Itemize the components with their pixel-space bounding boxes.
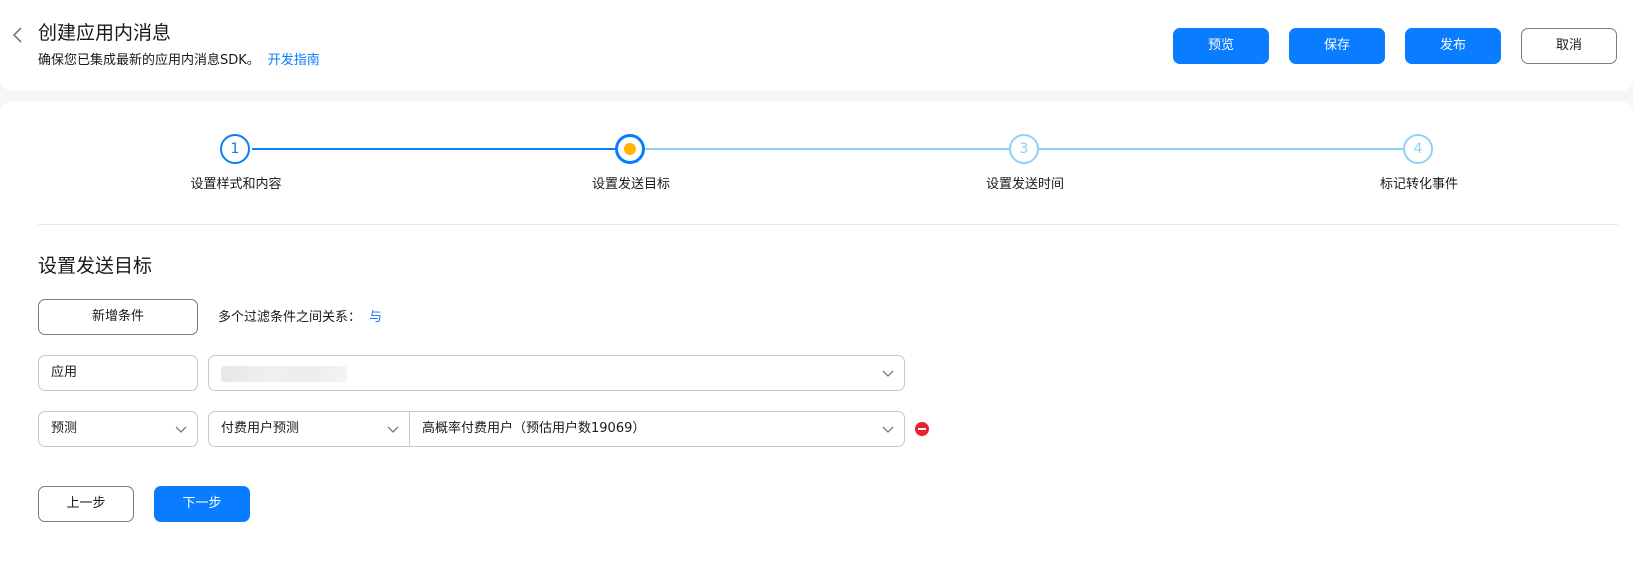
- predict-group-value: 高概率付费用户（预估用户数19069）: [422, 421, 646, 436]
- step-3-circle[interactable]: 3: [1009, 134, 1039, 164]
- minus-circle-icon[interactable]: [914, 421, 930, 437]
- chevron-down-icon: [882, 426, 894, 433]
- step-connector-done: [252, 148, 616, 150]
- prev-step-button[interactable]: 上一步: [38, 486, 134, 522]
- step-connector-pending: [1038, 148, 1404, 150]
- chevron-down-icon: [387, 426, 399, 433]
- publish-button[interactable]: 发布: [1405, 28, 1501, 64]
- filter-relation: 多个过滤条件之间关系： 与: [218, 309, 382, 327]
- filter-relation-value[interactable]: 与: [369, 310, 382, 325]
- predict-model-value: 付费用户预测: [221, 421, 300, 436]
- subtitle-text: 确保您已集成最新的应用内消息SDK。: [38, 53, 260, 68]
- current-step-dot-icon: [624, 143, 636, 155]
- condition-type-value: 预测: [51, 421, 78, 436]
- chevron-left-icon[interactable]: [10, 25, 26, 45]
- add-condition-button[interactable]: 新增条件: [38, 299, 198, 335]
- step-4-circle[interactable]: 4: [1403, 134, 1433, 164]
- preview-button[interactable]: 预览: [1173, 28, 1269, 64]
- page-title: 创建应用内消息: [38, 22, 172, 44]
- step-1-circle[interactable]: 1: [220, 134, 250, 164]
- cancel-button[interactable]: 取消: [1521, 28, 1617, 64]
- section-title: 设置发送目标: [38, 255, 153, 277]
- save-button[interactable]: 保存: [1289, 28, 1385, 64]
- section-divider: [38, 224, 1618, 225]
- step-1-label: 设置样式和内容: [190, 177, 282, 192]
- next-step-button[interactable]: 下一步: [154, 486, 250, 522]
- chevron-down-icon: [882, 370, 894, 377]
- step-2-label: 设置发送目标: [591, 177, 670, 192]
- page-header: 创建应用内消息 确保您已集成最新的应用内消息SDK。 开发指南 预览 保存 发布 …: [0, 0, 1633, 90]
- step-connector-pending: [644, 148, 1010, 150]
- chevron-down-icon: [175, 426, 187, 433]
- condition-type-select[interactable]: 预测: [38, 411, 198, 447]
- app-select-value-redacted: [221, 366, 347, 382]
- app-condition-label: 应用: [38, 355, 198, 391]
- predict-group-select[interactable]: 高概率付费用户（预估用户数19069）: [409, 411, 905, 447]
- filter-relation-label: 多个过滤条件之间关系：: [218, 310, 362, 325]
- page-subtitle: 确保您已集成最新的应用内消息SDK。 开发指南: [38, 52, 320, 70]
- app-select[interactable]: [208, 355, 905, 391]
- predict-model-select[interactable]: 付费用户预测: [208, 411, 410, 447]
- step-4-label: 标记转化事件: [1379, 177, 1458, 192]
- step-2-circle[interactable]: [615, 134, 645, 164]
- step-3-label: 设置发送时间: [985, 177, 1064, 192]
- dev-guide-link[interactable]: 开发指南: [268, 53, 320, 68]
